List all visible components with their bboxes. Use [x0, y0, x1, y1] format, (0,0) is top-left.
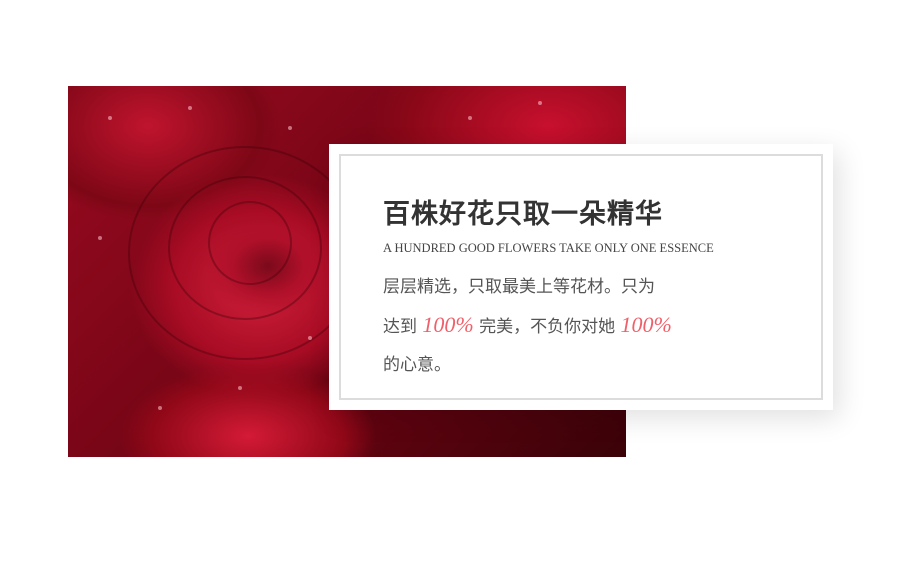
card-title: 百株好花只取一朵精华 [383, 199, 663, 230]
water-drop [188, 106, 192, 110]
card-border: 百株好花只取一朵精华 A HUNDRED GOOD FLOWERS TAKE O… [339, 154, 823, 400]
water-drop [238, 386, 242, 390]
water-drop [98, 236, 102, 240]
water-drop [108, 116, 112, 120]
body-line-1: 层层精选，只取最美上等花材。只为 [383, 277, 655, 297]
water-drop [158, 406, 162, 410]
rose-petal-outline [208, 201, 292, 285]
percent-highlight: 100% [620, 312, 672, 337]
water-drop [468, 116, 472, 120]
body-line-2: 达到 100% 完美，不负你对她 100% [383, 306, 743, 346]
card-subtitle: A HUNDRED GOOD FLOWERS TAKE ONLY ONE ESS… [383, 241, 714, 255]
percent-highlight: 100% [422, 312, 474, 337]
water-drop [308, 336, 312, 340]
body-line-3: 的心意。 [383, 355, 451, 375]
card-body: 层层精选，只取最美上等花材。只为 达到 100% 完美，不负你对她 100% 的… [383, 268, 743, 384]
body-text: 达到 [383, 317, 417, 337]
water-drop [288, 126, 292, 130]
body-text: 完美，不负你对她 [479, 317, 616, 337]
water-drop [538, 101, 542, 105]
info-card: 百株好花只取一朵精华 A HUNDRED GOOD FLOWERS TAKE O… [329, 144, 833, 410]
